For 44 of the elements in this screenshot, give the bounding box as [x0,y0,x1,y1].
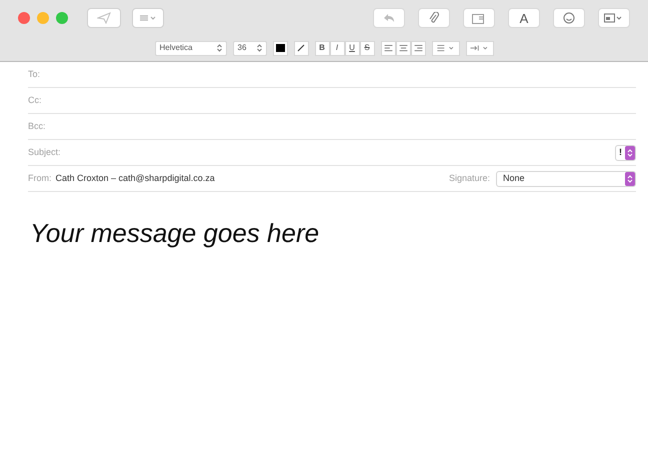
reply-arrow-icon [383,13,395,23]
align-left-icon[interactable] [380,40,396,56]
paper-plane-icon [97,12,111,24]
indent-dropdown-icon[interactable] [466,40,494,56]
font-dropdown[interactable]: Helvetica [154,40,226,56]
stepper-icon [625,172,635,186]
paperclip-icon [429,12,439,24]
size-dropdown[interactable]: 36 [232,40,266,56]
signature-dropdown[interactable]: None [496,170,636,186]
field-label: From: [28,172,52,185]
priority-dropdown[interactable]: ! [615,144,636,160]
from-value: Cath Croxton – cath@sharpdigital.co.za [56,172,215,185]
stepper-icon [216,44,222,52]
reply-button[interactable] [373,8,405,28]
field-label: Bcc: [28,120,46,133]
clear-icon [297,44,305,52]
style-button[interactable]: U [344,40,360,56]
stepper-icon [256,44,262,52]
background-color-button[interactable] [294,40,308,56]
header-fields-button[interactable] [132,8,164,28]
photo-browser-button[interactable] [463,8,495,28]
list-caret-icon [139,14,157,22]
emoji-button[interactable] [553,8,585,28]
stepper-icon [625,146,635,160]
style-button[interactable]: S [360,40,374,56]
list-dropdown-icon[interactable] [432,40,460,56]
style-button[interactable]: I [330,40,344,56]
field-label: Subject: [28,146,61,159]
send-button[interactable] [87,8,121,28]
format-button[interactable]: A [508,8,540,28]
close-button[interactable] [18,12,30,24]
align-center-icon[interactable] [396,40,410,56]
photo-caret-icon [604,13,624,23]
window-icon [472,12,486,24]
message-body[interactable]: Your message goes here [30,214,636,253]
field-label: Signature: [448,172,490,185]
text-color-button[interactable] [272,40,288,56]
align-right-icon[interactable] [410,40,426,56]
field-label: Cc: [28,94,42,107]
smiley-icon [563,12,575,24]
photo-button[interactable] [598,8,630,28]
style-button[interactable]: B [314,40,330,56]
field-label: To: [28,68,40,81]
attach-button[interactable] [418,8,450,28]
